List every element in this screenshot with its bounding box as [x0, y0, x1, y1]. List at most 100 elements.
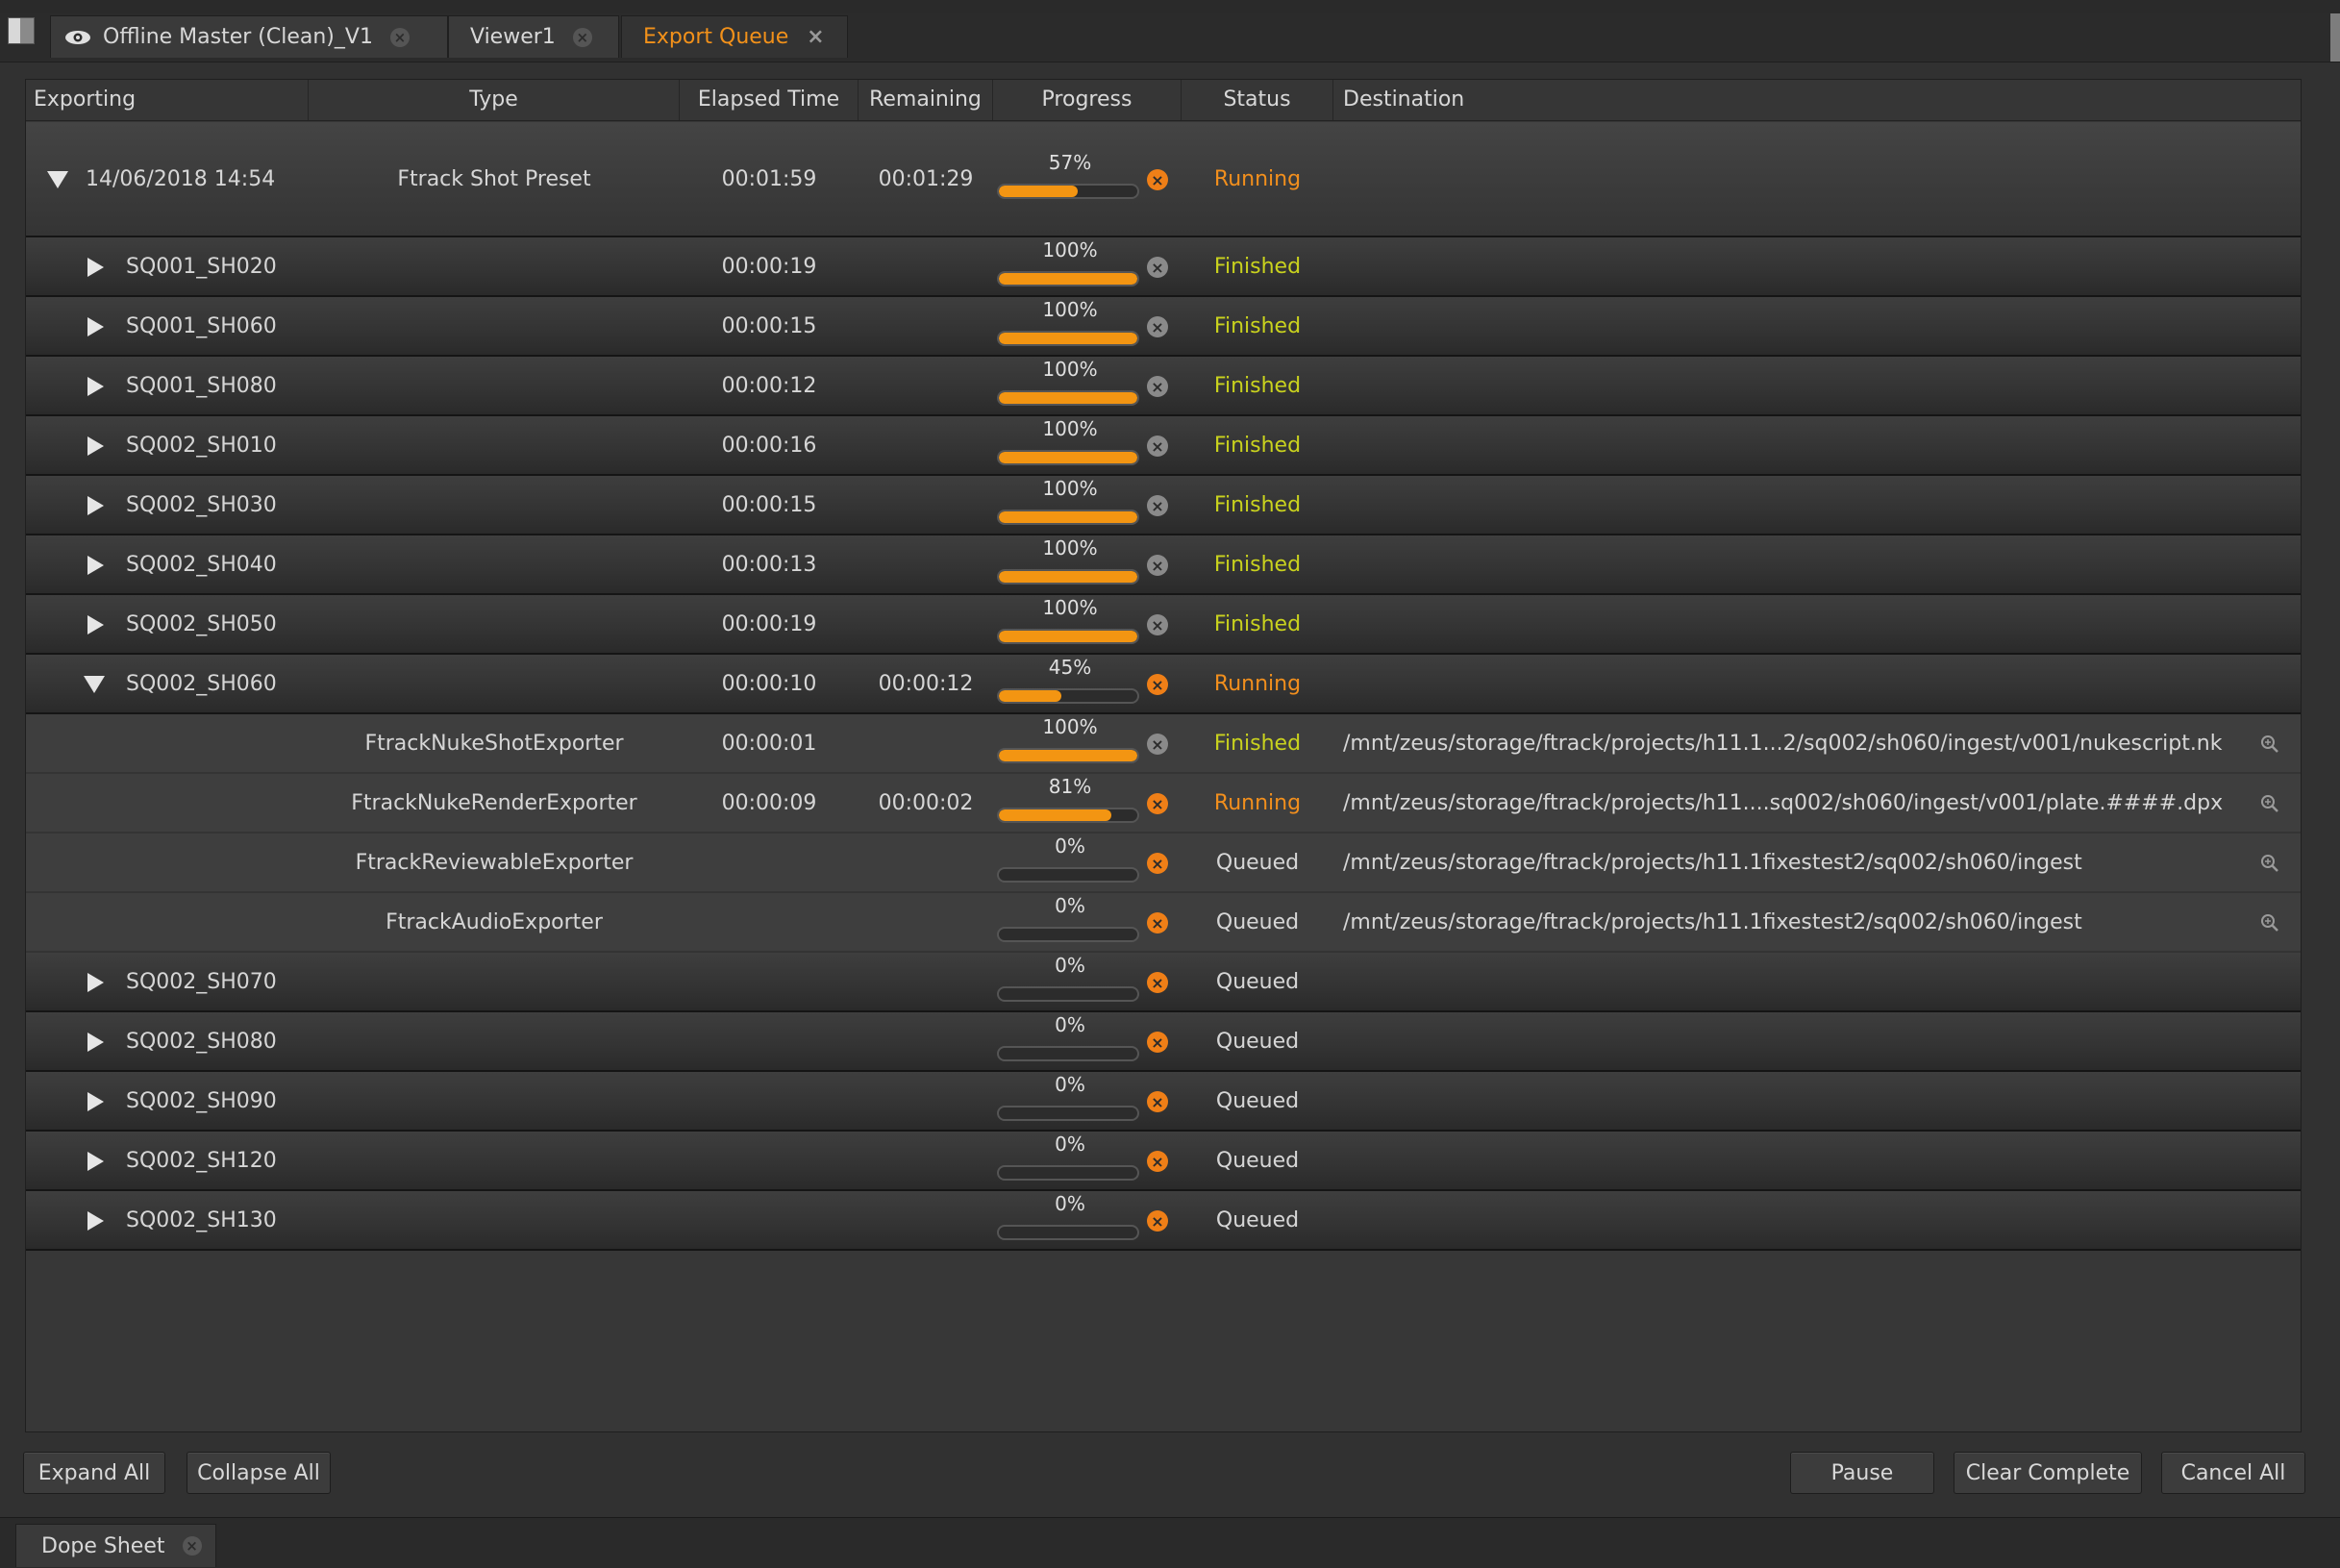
export-type: FtrackAudioExporter — [386, 909, 603, 934]
shot-row[interactable]: SQ002_SH120 0% × Queued — [26, 1132, 2301, 1191]
tab-export-queue[interactable]: Export Queue × — [621, 15, 848, 58]
expand-arrow-icon[interactable] — [87, 1092, 104, 1111]
cancel-icon[interactable]: × — [1147, 972, 1168, 993]
status-text: Finished — [1213, 313, 1302, 338]
clear-complete-button[interactable]: Clear Complete — [1954, 1452, 2142, 1494]
export-job-row[interactable]: 14/06/2018 14:54 Ftrack Shot Preset 00:01:… — [26, 122, 2301, 237]
expand-all-button[interactable]: Expand All — [23, 1452, 165, 1494]
exporter-row[interactable]: FtrackAudioExporter 0% × Queued/mnt/zeus/st… — [26, 893, 2301, 953]
tab-viewer1[interactable]: Viewer1 × — [448, 15, 619, 58]
column-header-exporting[interactable]: Exporting — [26, 80, 309, 120]
cancel-icon[interactable]: × — [1147, 1210, 1168, 1232]
exporter-row[interactable]: FtrackNukeShotExporter 00:00:01 100% × Finis… — [26, 714, 2301, 774]
elapsed-time — [680, 1191, 859, 1249]
status-text: Running — [1213, 790, 1302, 815]
cancel-icon[interactable]: × — [1147, 853, 1168, 874]
expand-arrow-icon[interactable] — [87, 496, 104, 515]
table-header: Exporting Type Elapsed Time Remaining Pr… — [26, 80, 2301, 121]
cancel-icon[interactable]: × — [1147, 169, 1168, 190]
elapsed-time: 00:00:19 — [721, 611, 817, 636]
remaining-time — [859, 595, 993, 653]
progress-bar — [997, 748, 1139, 763]
shot-row[interactable]: SQ002_SH040 00:00:13 100% × Finished — [26, 535, 2301, 595]
shot-row[interactable]: SQ002_SH050 00:00:19 100% × Finished — [26, 595, 2301, 655]
status-text: Finished — [1213, 433, 1302, 458]
collapse-arrow-icon[interactable] — [47, 171, 68, 188]
shot-row[interactable]: SQ001_SH080 00:00:12 100% × Finished — [26, 357, 2301, 416]
tab-label: Export Queue — [643, 25, 789, 49]
reveal-in-browser-icon[interactable] — [2260, 794, 2279, 813]
column-header-type[interactable]: Type — [309, 80, 680, 120]
remaining-time — [859, 893, 993, 951]
panel-menu-icon[interactable] — [8, 17, 35, 44]
close-icon[interactable]: × — [182, 1536, 202, 1556]
expand-arrow-icon[interactable] — [87, 1033, 104, 1052]
close-icon[interactable]: × — [389, 27, 410, 47]
exporter-row[interactable]: FtrackNukeRenderExporter 00:00:09 00:00:02… — [26, 774, 2301, 834]
shot-row[interactable]: SQ001_SH020 00:00:19 100% × Finished — [26, 237, 2301, 297]
cancel-icon[interactable]: × — [1147, 376, 1168, 397]
pause-button[interactable]: Pause — [1790, 1452, 1934, 1494]
column-header-progress[interactable]: Progress — [993, 80, 1182, 120]
cancel-icon[interactable]: × — [1147, 793, 1168, 814]
cancel-icon[interactable]: × — [1147, 555, 1168, 576]
progress-bar — [997, 986, 1139, 1002]
expand-arrow-icon[interactable] — [87, 1211, 104, 1231]
remaining-time — [859, 535, 993, 593]
column-header-status[interactable]: Status — [1182, 80, 1333, 120]
expand-arrow-icon[interactable] — [87, 556, 104, 575]
column-header-remaining[interactable]: Remaining — [859, 80, 993, 120]
collapse-all-button[interactable]: Collapse All — [187, 1452, 331, 1494]
shot-row[interactable]: SQ002_SH130 0% × Queued — [26, 1191, 2301, 1251]
progress-bar — [997, 1046, 1139, 1061]
cancel-icon[interactable]: × — [1147, 436, 1168, 457]
expand-arrow-icon[interactable] — [87, 615, 104, 635]
tab-dope-sheet[interactable]: Dope Sheet × — [15, 1524, 216, 1567]
reveal-in-browser-icon[interactable] — [2260, 854, 2279, 873]
progress-percent: 100% — [1042, 477, 1098, 500]
progress-bar — [997, 569, 1139, 585]
expand-arrow-icon[interactable] — [87, 258, 104, 277]
cancel-icon[interactable]: × — [1147, 912, 1168, 933]
export-type — [309, 595, 680, 653]
close-icon[interactable]: × — [572, 27, 592, 47]
reveal-in-browser-icon[interactable] — [2260, 734, 2279, 754]
cancel-icon[interactable]: × — [1147, 1032, 1168, 1053]
shot-row[interactable]: SQ002_SH010 00:00:16 100% × Finished — [26, 416, 2301, 476]
cancel-icon[interactable]: × — [1147, 1151, 1168, 1172]
cancel-all-button[interactable]: Cancel All — [2161, 1452, 2305, 1494]
shot-row[interactable]: SQ002_SH080 0% × Queued — [26, 1012, 2301, 1072]
progress-percent: 0% — [1055, 1132, 1085, 1156]
progress-bar — [997, 1106, 1139, 1121]
status-text: Finished — [1213, 731, 1302, 756]
collapse-arrow-icon[interactable] — [84, 676, 105, 693]
export-type: FtrackReviewableExporter — [355, 850, 634, 875]
cancel-icon[interactable]: × — [1147, 734, 1168, 755]
expand-arrow-icon[interactable] — [87, 973, 104, 992]
cancel-icon[interactable]: × — [1147, 495, 1168, 516]
close-icon[interactable]: × — [806, 25, 825, 49]
cancel-icon[interactable]: × — [1147, 316, 1168, 337]
cancel-icon[interactable]: × — [1147, 674, 1168, 695]
shot-row[interactable]: SQ001_SH060 00:00:15 100% × Finished — [26, 297, 2301, 357]
cancel-icon[interactable]: × — [1147, 614, 1168, 635]
shot-row[interactable]: SQ002_SH090 0% × Queued — [26, 1072, 2301, 1132]
shot-row[interactable]: SQ002_SH070 0% × Queued — [26, 953, 2301, 1012]
progress-percent: 100% — [1042, 715, 1098, 738]
cancel-icon[interactable]: × — [1147, 1091, 1168, 1112]
cancel-icon[interactable]: × — [1147, 257, 1168, 278]
expand-arrow-icon[interactable] — [87, 377, 104, 396]
exporter-row[interactable]: FtrackReviewableExporter 0% × Queued/mnt/ze… — [26, 834, 2301, 893]
expand-arrow-icon[interactable] — [87, 436, 104, 456]
column-header-destination[interactable]: Destination — [1333, 80, 2301, 120]
shot-row[interactable]: SQ002_SH060 00:00:10 00:00:12 45% × Running — [26, 655, 2301, 714]
status-text: Queued — [1215, 969, 1300, 994]
column-header-elapsed[interactable]: Elapsed Time — [680, 80, 859, 120]
expand-arrow-icon[interactable] — [87, 317, 104, 336]
expand-arrow-icon[interactable] — [87, 1152, 104, 1171]
shot-row[interactable]: SQ002_SH030 00:00:15 100% × Finished — [26, 476, 2301, 535]
tab-offline-master[interactable]: Offline Master (Clean)_V1 × — [50, 15, 448, 58]
exporting-name: SQ002_SH090 — [126, 1088, 277, 1113]
export-type: Ftrack Shot Preset — [397, 166, 591, 191]
reveal-in-browser-icon[interactable] — [2260, 913, 2279, 933]
